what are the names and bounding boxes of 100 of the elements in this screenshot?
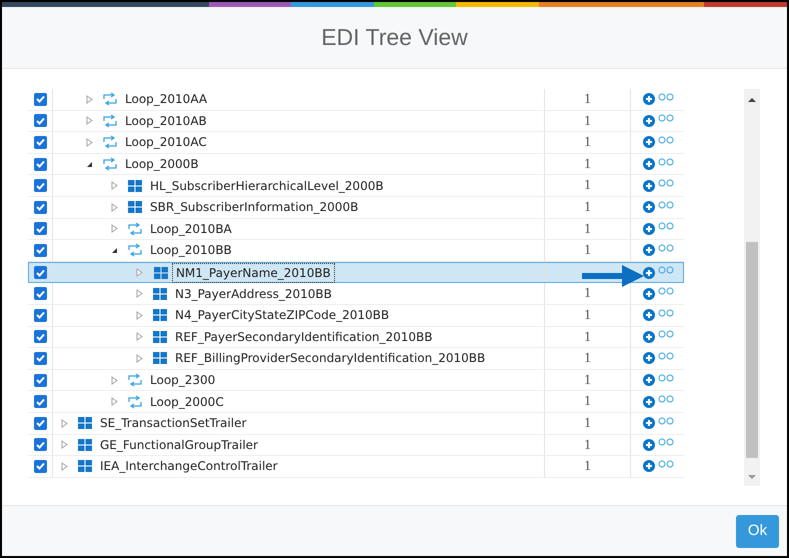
count-cell: 1 (545, 175, 631, 196)
tree-row[interactable]: N3_PayerAddress_2010BB 1 (28, 283, 684, 305)
add-icon[interactable] (643, 460, 655, 472)
count-cell: 1 (545, 434, 631, 456)
count-cell: 1 (545, 391, 631, 412)
add-icon[interactable] (643, 352, 655, 364)
tree-row[interactable]: IEA_InterchangeControlTrailer 1 (28, 456, 684, 478)
link-icon[interactable] (658, 374, 674, 382)
tree-row[interactable]: HL_SubscriberHierarchicalLevel_2000B 1 (28, 175, 684, 197)
checkbox[interactable] (34, 416, 46, 430)
checkbox[interactable] (34, 308, 46, 322)
add-icon[interactable] (643, 222, 655, 235)
link-icon[interactable] (658, 287, 674, 296)
add-icon[interactable] (643, 114, 655, 127)
grid-icon (152, 266, 169, 280)
add-icon[interactable] (643, 93, 655, 106)
scroll-down-icon[interactable] (748, 474, 756, 480)
add-icon[interactable] (643, 244, 655, 256)
grid-icon (152, 308, 168, 322)
add-icon[interactable] (643, 417, 655, 430)
node-label: SE_TransactionSetTrailer (99, 415, 248, 432)
tree-row[interactable]: N4_PayerCityStateZIPCode_2010BB 1 (28, 304, 684, 327)
add-icon[interactable] (643, 266, 656, 279)
collapse-icon[interactable] (110, 246, 118, 254)
grid-icon (152, 330, 168, 344)
checkbox[interactable] (34, 92, 46, 106)
link-icon[interactable] (658, 308, 674, 317)
link-icon[interactable] (658, 158, 674, 166)
link-icon[interactable] (658, 200, 674, 209)
link-icon[interactable] (658, 179, 674, 188)
checkbox[interactable] (34, 158, 46, 171)
node-label: Loop_2010AA (124, 91, 208, 108)
tree-row[interactable]: REF_BillingProviderSecondaryIdentification_2010BB 1 (28, 348, 684, 370)
checkbox[interactable] (34, 352, 46, 365)
checkbox[interactable] (34, 179, 46, 192)
add-icon[interactable] (643, 201, 655, 214)
tree-row[interactable]: Loop_2010AB 1 (28, 110, 684, 132)
collapse-icon[interactable] (86, 160, 92, 168)
tree-row[interactable]: Loop_2000B 1 (28, 154, 684, 176)
link-icon[interactable] (658, 330, 674, 338)
checkbox[interactable] (34, 438, 46, 452)
checkbox[interactable] (34, 287, 46, 300)
checkbox[interactable] (34, 460, 46, 473)
tree-row[interactable]: GE_FunctionalGroupTrailer 1 (28, 434, 684, 456)
link-icon[interactable] (658, 244, 674, 252)
node-label: HL_SubscriberHierarchicalLevel_2000B (149, 178, 385, 195)
checkbox[interactable] (34, 114, 46, 128)
tree-row[interactable]: Loop_2010BA 1 (28, 218, 684, 240)
checkbox[interactable] (34, 200, 46, 214)
checkbox[interactable] (34, 136, 46, 149)
grid-icon (77, 459, 93, 474)
add-icon[interactable] (643, 374, 655, 386)
loop-icon (127, 222, 143, 236)
loop-icon (127, 243, 143, 258)
tree-row[interactable]: NM1_PayerName_2010BB (28, 262, 684, 284)
grid-icon (152, 351, 168, 366)
count-cell: 1 (545, 326, 631, 348)
checkbox[interactable] (34, 395, 46, 408)
scrollbar-thumb[interactable] (746, 242, 758, 458)
add-icon[interactable] (643, 180, 655, 192)
link-icon[interactable] (658, 395, 674, 404)
add-icon[interactable] (643, 396, 655, 408)
link-icon[interactable] (658, 460, 674, 468)
node-label: NM1_PayerName_2010BB (172, 264, 334, 282)
add-icon[interactable] (643, 309, 655, 322)
tree-row[interactable]: SE_TransactionSetTrailer 1 (28, 412, 684, 434)
checkbox[interactable] (34, 374, 46, 387)
count-cell: 1 (545, 304, 631, 326)
link-icon[interactable] (658, 222, 674, 230)
tree-row[interactable]: Loop_2010AC 1 (28, 132, 684, 154)
node-label: GE_FunctionalGroupTrailer (99, 436, 259, 454)
annotation-arrow (582, 265, 644, 287)
checkbox[interactable] (34, 330, 46, 344)
tree-row[interactable]: Loop_2300 1 (28, 370, 684, 392)
add-icon[interactable] (643, 158, 655, 170)
link-icon[interactable] (658, 416, 674, 425)
add-icon[interactable] (643, 330, 655, 343)
tree-row[interactable]: Loop_2010AA 1 (28, 89, 684, 111)
add-icon[interactable] (643, 438, 655, 451)
checkbox[interactable] (34, 266, 48, 280)
node-label: Loop_2000B (124, 156, 200, 174)
node-label: SBR_SubscriberInformation_2000B (149, 199, 360, 216)
scroll-up-icon[interactable] (748, 97, 756, 103)
node-label: REF_BillingProviderSecondaryIdentification_2010BB (174, 350, 486, 368)
link-icon[interactable] (658, 438, 674, 446)
add-icon[interactable] (643, 288, 655, 300)
add-icon[interactable] (643, 136, 655, 148)
link-icon[interactable] (658, 136, 674, 144)
checkbox[interactable] (34, 244, 46, 257)
tree-row[interactable]: REF_PayerSecondaryIdentification_2010BB 1 (28, 326, 684, 348)
link-icon[interactable] (658, 114, 674, 122)
scrollbar[interactable] (744, 89, 760, 486)
link-icon[interactable] (658, 352, 674, 360)
dialog-title: EDI Tree View (321, 23, 468, 52)
link-icon[interactable] (658, 92, 674, 101)
grid-icon (77, 438, 93, 452)
loop-icon (102, 92, 118, 106)
tree-row[interactable]: Loop_2000C 1 (28, 391, 684, 413)
checkbox[interactable] (34, 222, 46, 236)
tree-row[interactable]: SBR_SubscriberInformation_2000B 1 (28, 196, 684, 219)
